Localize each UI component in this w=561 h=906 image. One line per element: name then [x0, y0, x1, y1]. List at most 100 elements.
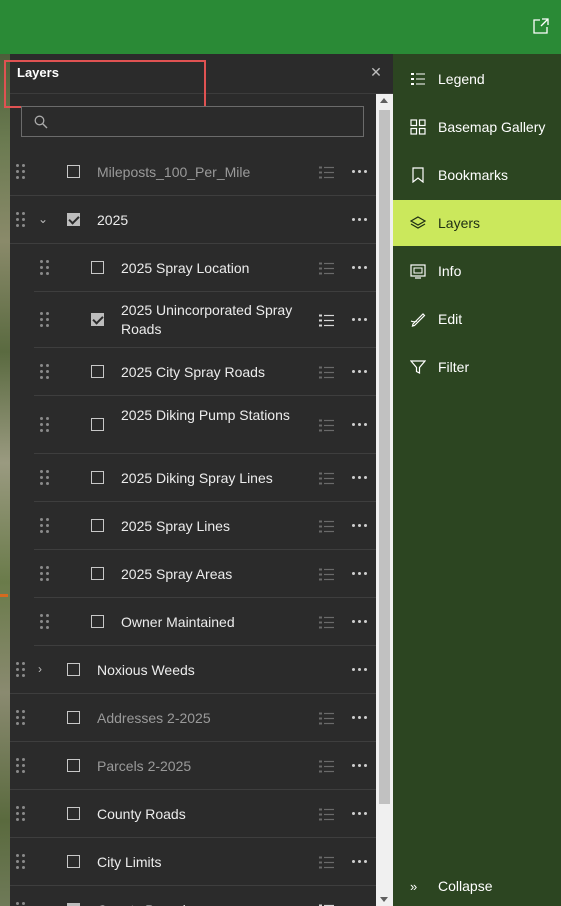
visibility-checkbox[interactable]	[67, 711, 80, 724]
visibility-checkbox[interactable]	[91, 471, 104, 484]
legend-list-icon[interactable]	[319, 808, 334, 821]
layer-row[interactable]: Owner Maintained	[34, 598, 376, 646]
layer-row[interactable]: 2025 Unincorporated Spray Roads	[34, 292, 376, 348]
layer-row[interactable]: › Noxious Weeds	[10, 646, 376, 694]
layer-row[interactable]: 2025 Diking Spray Lines	[34, 454, 376, 502]
drag-handle-icon[interactable]	[40, 470, 50, 486]
more-options-icon[interactable]	[352, 812, 368, 816]
drag-handle-icon[interactable]	[16, 758, 26, 774]
layer-row[interactable]: 2025 City Spray Roads	[34, 348, 376, 396]
more-options-icon[interactable]	[352, 218, 368, 222]
drag-handle-icon[interactable]	[40, 417, 50, 433]
nav-item-label: Bookmarks	[438, 167, 509, 183]
legend-list-icon[interactable]	[319, 314, 334, 327]
nav-item-layers[interactable]: Layers	[393, 200, 561, 246]
drag-handle-icon[interactable]	[16, 662, 26, 678]
drag-handle-icon[interactable]	[40, 566, 50, 582]
scroll-down-arrow-icon[interactable]	[380, 897, 388, 902]
layer-row[interactable]: ⌄ 2025	[10, 196, 376, 244]
more-options-icon[interactable]	[352, 266, 368, 270]
nav-item-bookmarks[interactable]: Bookmarks	[393, 152, 561, 198]
nav-item-basemap-gallery[interactable]: Basemap Gallery	[393, 104, 561, 150]
nav-item-edit[interactable]: Edit	[393, 296, 561, 342]
layer-row[interactable]: 2025 Spray Areas	[34, 550, 376, 598]
more-options-icon[interactable]	[352, 668, 368, 672]
legend-list-icon[interactable]	[319, 856, 334, 869]
more-options-icon[interactable]	[352, 860, 368, 864]
nav-item-info[interactable]: Info	[393, 248, 561, 294]
visibility-checkbox[interactable]	[91, 261, 104, 274]
more-options-icon[interactable]	[352, 476, 368, 480]
more-options-icon[interactable]	[352, 318, 368, 322]
nav-item-label: Basemap Gallery	[438, 119, 546, 135]
drag-handle-icon[interactable]	[16, 902, 26, 906]
scroll-up-arrow-icon[interactable]	[380, 98, 388, 103]
visibility-checkbox[interactable]	[67, 855, 80, 868]
drag-handle-icon[interactable]	[16, 710, 26, 726]
app-header	[0, 0, 561, 54]
layer-row[interactable]: County Boundary	[10, 886, 376, 906]
layer-row[interactable]: City Limits	[10, 838, 376, 886]
visibility-checkbox[interactable]	[67, 807, 80, 820]
legend-list-icon[interactable]	[319, 520, 334, 533]
visibility-checkbox[interactable]	[67, 213, 80, 226]
visibility-checkbox[interactable]	[67, 759, 80, 772]
search-field[interactable]	[21, 106, 364, 137]
more-options-icon[interactable]	[352, 764, 368, 768]
drag-handle-icon[interactable]	[16, 212, 26, 228]
drag-handle-icon[interactable]	[40, 260, 50, 276]
legend-list-icon[interactable]	[319, 568, 334, 581]
legend-list-icon[interactable]	[319, 366, 334, 379]
drag-handle-icon[interactable]	[40, 312, 50, 328]
drag-handle-icon[interactable]	[16, 806, 26, 822]
nav-item-filter[interactable]: Filter	[393, 344, 561, 390]
chevron-right-icon[interactable]: ›	[38, 663, 50, 675]
layer-row[interactable]: County Roads	[10, 790, 376, 838]
search-input[interactable]	[56, 111, 356, 133]
legend-list-icon[interactable]	[319, 262, 334, 275]
map-view[interactable]	[0, 54, 10, 906]
visibility-checkbox[interactable]	[91, 313, 104, 326]
more-options-icon[interactable]	[352, 716, 368, 720]
layer-row[interactable]: Addresses 2-2025	[10, 694, 376, 742]
layer-row[interactable]: Parcels 2-2025	[10, 742, 376, 790]
scroll-thumb[interactable]	[379, 110, 390, 804]
visibility-checkbox[interactable]	[91, 567, 104, 580]
legend-list-icon[interactable]	[319, 616, 334, 629]
legend-list-icon[interactable]	[319, 760, 334, 773]
layer-label: Addresses 2-2025	[97, 709, 211, 726]
more-options-icon[interactable]	[352, 572, 368, 576]
close-icon[interactable]: ✕	[369, 65, 383, 79]
visibility-checkbox[interactable]	[67, 165, 80, 178]
more-options-icon[interactable]	[352, 524, 368, 528]
more-options-icon[interactable]	[352, 170, 368, 174]
nav-item-legend[interactable]: Legend	[393, 56, 561, 102]
visibility-checkbox[interactable]	[67, 663, 80, 676]
more-options-icon[interactable]	[352, 620, 368, 624]
legend-list-icon[interactable]	[319, 419, 334, 432]
info-icon	[410, 264, 426, 279]
drag-handle-icon[interactable]	[40, 364, 50, 380]
drag-handle-icon[interactable]	[16, 854, 26, 870]
drag-handle-icon[interactable]	[16, 164, 26, 180]
visibility-checkbox[interactable]	[91, 365, 104, 378]
legend-list-icon[interactable]	[319, 166, 334, 179]
drag-handle-icon[interactable]	[40, 614, 50, 630]
more-options-icon[interactable]	[352, 423, 368, 427]
layer-row[interactable]: 2025 Spray Lines	[34, 502, 376, 550]
visibility-checkbox[interactable]	[91, 519, 104, 532]
chevron-down-icon[interactable]: ⌄	[38, 213, 50, 225]
drag-handle-icon[interactable]	[40, 518, 50, 534]
layer-row[interactable]: 2025 Spray Location	[34, 244, 376, 292]
visibility-checkbox[interactable]	[91, 615, 104, 628]
scrollbar[interactable]	[376, 94, 393, 906]
legend-list-icon[interactable]	[319, 712, 334, 725]
collapse-label: Collapse	[438, 878, 493, 894]
more-options-icon[interactable]	[352, 370, 368, 374]
visibility-checkbox[interactable]	[91, 418, 104, 431]
collapse-button[interactable]: » Collapse	[393, 868, 561, 904]
share-external-icon[interactable]	[533, 18, 549, 34]
legend-list-icon[interactable]	[319, 472, 334, 485]
layer-row[interactable]: Mileposts_100_Per_Mile	[10, 148, 376, 196]
layer-row[interactable]: 2025 Diking Pump Stations	[34, 396, 376, 454]
